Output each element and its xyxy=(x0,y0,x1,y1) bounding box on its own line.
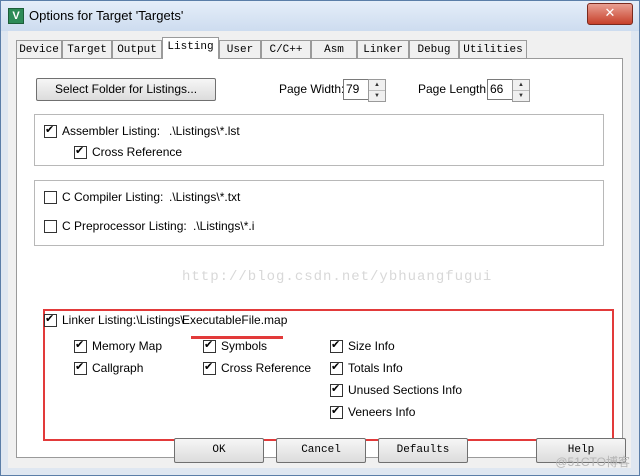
tab-user[interactable]: User xyxy=(219,40,261,59)
close-button[interactable]: ✕ xyxy=(587,3,633,25)
size-info-label: Size Info xyxy=(348,339,395,353)
assembler-listing-checkbox[interactable] xyxy=(44,123,57,138)
tab-c-cpp[interactable]: C/C++ xyxy=(261,40,311,59)
c-compiler-listing-checkbox[interactable] xyxy=(44,191,57,204)
linker-listing-path-file: ExecutableFile.map xyxy=(182,313,288,327)
assembler-group: Assembler Listing: .\Listings\*.lst Cros… xyxy=(34,114,604,166)
assembler-listing-label: Assembler Listing: xyxy=(62,124,161,138)
page-length-spinner[interactable]: ▲ ▼ xyxy=(512,79,530,102)
callgraph-checkbox[interactable] xyxy=(74,360,87,375)
page-width-label: Page Width: xyxy=(279,82,345,96)
symbols-label: Symbols xyxy=(221,339,268,353)
listing-panel: Select Folder for Listings... Page Width… xyxy=(16,58,623,458)
size-info-checkbox[interactable] xyxy=(330,338,343,353)
c-preprocessor-listing-label: C Preprocessor Listing: xyxy=(62,219,187,233)
defaults-button[interactable]: Defaults xyxy=(378,438,468,463)
symbols-checkbox[interactable] xyxy=(203,338,216,353)
page-width-spinner[interactable]: ▲ ▼ xyxy=(368,79,386,102)
title-bar[interactable]: V Options for Target 'Targets' ✕ xyxy=(1,1,639,31)
blog-watermark: http://blog.csdn.net/ybhuangfugui xyxy=(182,269,493,285)
map-file-underline xyxy=(191,336,283,339)
tab-device[interactable]: Device xyxy=(16,40,62,59)
page-width-input[interactable]: 79 xyxy=(343,79,369,100)
page-length-label: Page Length: xyxy=(418,82,490,96)
totals-info-checkbox[interactable] xyxy=(330,360,343,375)
c-preprocessor-listing-checkbox[interactable] xyxy=(44,220,57,233)
unused-sections-info-label: Unused Sections Info xyxy=(348,383,463,397)
c-compiler-listing-path: .\Listings\*.txt xyxy=(169,190,241,204)
veneers-info-checkbox[interactable] xyxy=(330,404,343,419)
unused-sections-info-checkbox[interactable] xyxy=(330,382,343,397)
cancel-button[interactable]: Cancel xyxy=(276,438,366,463)
linker-listing-checkbox[interactable] xyxy=(44,312,57,327)
tab-listing[interactable]: Listing xyxy=(162,37,219,59)
compiler-group: C Compiler Listing: .\Listings\*.txt C P… xyxy=(34,180,604,246)
select-folder-button[interactable]: Select Folder for Listings... xyxy=(36,78,216,101)
c-compiler-listing-label: C Compiler Listing: xyxy=(62,190,164,204)
c-preprocessor-listing-path: .\Listings\*.i xyxy=(193,219,255,233)
tab-target[interactable]: Target xyxy=(62,40,112,59)
dialog-client-area: Device Target Output Listing User C/C++ … xyxy=(8,31,631,468)
tab-linker[interactable]: Linker xyxy=(357,40,409,59)
callgraph-label: Callgraph xyxy=(92,361,144,375)
tab-asm[interactable]: Asm xyxy=(311,40,357,59)
totals-info-label: Totals Info xyxy=(348,361,403,375)
linker-cross-reference-checkbox[interactable] xyxy=(203,360,216,375)
options-dialog: V Options for Target 'Targets' ✕ Device … xyxy=(0,0,640,476)
linker-cross-reference-label: Cross Reference xyxy=(221,361,312,375)
assembler-cross-reference-label: Cross Reference xyxy=(92,145,183,159)
corner-watermark: @51CTO博客 xyxy=(555,455,630,469)
linker-listing-label: Linker Listing: xyxy=(62,313,137,327)
assembler-listing-path: .\Listings\*.lst xyxy=(169,124,240,138)
page-length-input[interactable]: 66 xyxy=(487,79,513,100)
linker-listing-path-prefix: .\Listings\ xyxy=(133,313,184,327)
linker-group: Linker Listing: .\Listings\ ExecutableFi… xyxy=(34,297,604,443)
tab-debug[interactable]: Debug xyxy=(409,40,459,59)
tab-utilities[interactable]: Utilities xyxy=(459,40,527,59)
memory-map-checkbox[interactable] xyxy=(74,338,87,353)
app-icon: V xyxy=(8,8,24,24)
ok-button[interactable]: OK xyxy=(174,438,264,463)
tab-output[interactable]: Output xyxy=(112,40,162,59)
veneers-info-label: Veneers Info xyxy=(348,405,416,419)
assembler-cross-reference-checkbox[interactable] xyxy=(74,144,87,159)
memory-map-label: Memory Map xyxy=(92,339,163,353)
window-title: Options for Target 'Targets' xyxy=(29,8,184,23)
